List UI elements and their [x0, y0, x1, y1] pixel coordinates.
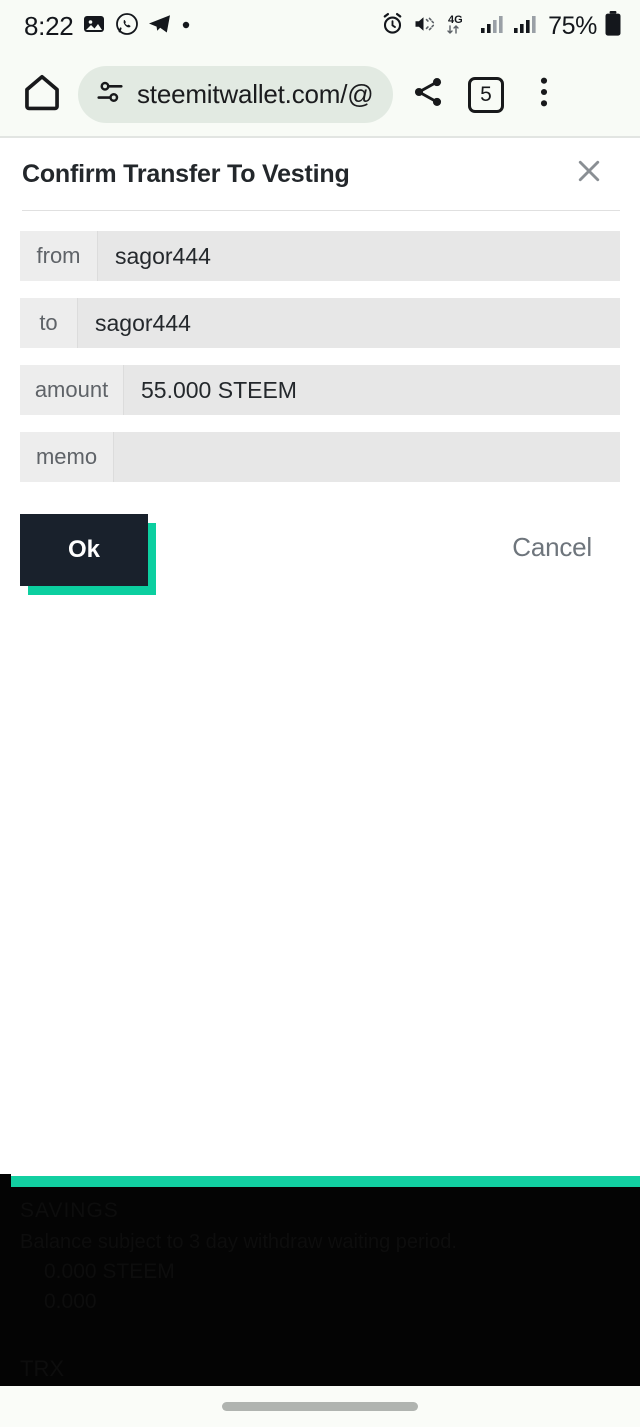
- share-icon: [410, 74, 446, 115]
- home-button[interactable]: [14, 67, 70, 123]
- savings-note: Balance subject to 3 day withdraw waitin…: [20, 1231, 457, 1253]
- status-bar: 8:22 4G 75%: [0, 0, 640, 52]
- page-content: Confirm Transfer To Vesting from sagor44…: [0, 138, 640, 1176]
- confirm-form: from sagor444 to sagor444 amount 55.000 …: [0, 211, 640, 482]
- trx-label: TRX: [20, 1356, 64, 1381]
- accent-bar-notch: [0, 1174, 11, 1188]
- tune-icon[interactable]: [95, 77, 125, 112]
- field-value-to[interactable]: sagor444: [78, 298, 620, 348]
- page-title: Confirm Transfer To Vesting: [22, 160, 350, 188]
- alarm-icon: [380, 11, 405, 41]
- field-label-from: from: [20, 231, 98, 281]
- battery-icon: [604, 10, 622, 42]
- whatsapp-icon: [115, 12, 139, 41]
- close-button[interactable]: [566, 150, 612, 196]
- form-row-memo: memo: [20, 432, 620, 482]
- savings-sbd-balance[interactable]: 0.000: [44, 1290, 640, 1314]
- url-text: steemitwallet.com/@: [137, 79, 374, 109]
- signal-2-icon: [512, 12, 538, 41]
- telegram-icon: [148, 13, 172, 40]
- cancel-button[interactable]: Cancel: [512, 532, 592, 563]
- confirm-button-wrap: Ok: [20, 514, 156, 595]
- dot-icon: [181, 17, 191, 35]
- status-clock: 8:22: [24, 10, 74, 41]
- field-label-to: to: [20, 298, 78, 348]
- field-value-from[interactable]: sagor444: [98, 231, 620, 281]
- savings-heading: SAVINGS: [20, 1199, 119, 1222]
- signal-1-icon: [479, 12, 505, 41]
- field-value-amount[interactable]: 55.000 STEEM: [124, 365, 620, 415]
- dialog-header: Confirm Transfer To Vesting: [0, 138, 640, 206]
- phone-screen: 8:22 4G 75% steemitwallet.com/@ 5 Confir…: [0, 0, 640, 1427]
- dialog-actions: Ok Cancel: [0, 514, 640, 624]
- gesture-pill[interactable]: [222, 1402, 418, 1411]
- browser-toolbar: steemitwallet.com/@ 5: [0, 52, 640, 137]
- status-bar-right: 4G 75%: [380, 10, 622, 42]
- close-icon: [574, 156, 604, 191]
- mute-icon: [412, 12, 437, 41]
- gallery-icon: [82, 12, 106, 41]
- home-icon: [21, 71, 63, 118]
- system-navigation-bar: [0, 1386, 640, 1427]
- confirm-button[interactable]: Ok: [20, 514, 148, 586]
- field-label-amount: amount: [20, 365, 124, 415]
- svg-text:4G: 4G: [448, 14, 463, 26]
- browser-menu-button[interactable]: [515, 66, 573, 124]
- tab-switcher-button[interactable]: 5: [457, 66, 515, 124]
- accent-bar: [0, 1176, 640, 1187]
- status-bar-left: 8:22: [24, 11, 191, 42]
- form-row-to: to sagor444: [20, 298, 620, 348]
- form-row-amount: amount 55.000 STEEM: [20, 365, 620, 415]
- tab-count-badge: 5: [468, 76, 504, 113]
- form-row-from: from sagor444: [20, 231, 620, 281]
- share-button[interactable]: [399, 66, 457, 124]
- field-label-memo: memo: [20, 432, 114, 482]
- battery-percent: 75%: [548, 11, 597, 40]
- field-value-memo[interactable]: [114, 432, 620, 482]
- more-vertical-icon: [529, 75, 559, 114]
- dimmed-background-panel: SAVINGS Balance subject to 3 day withdra…: [0, 1187, 640, 1386]
- savings-steem-balance[interactable]: 0.000 STEEM: [44, 1260, 640, 1284]
- 4g-icon: 4G: [444, 11, 472, 42]
- url-bar[interactable]: steemitwallet.com/@: [78, 66, 393, 123]
